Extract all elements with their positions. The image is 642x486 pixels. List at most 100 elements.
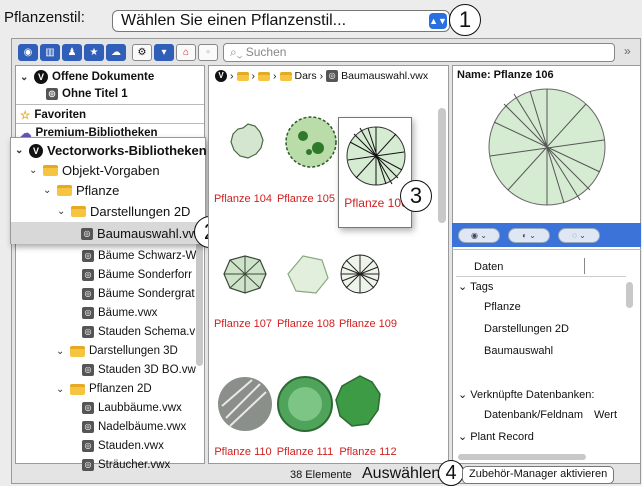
- document-icon: ◎: [82, 440, 94, 452]
- library-icon[interactable]: ▥: [40, 44, 60, 61]
- folder-icon[interactable]: [258, 71, 270, 81]
- style-label: Pflanzenstil:: [4, 9, 85, 26]
- plant-label-112: Pflanze 112: [339, 446, 397, 458]
- tree-item-file[interactable]: ◎ Bäume Sonderforr: [82, 269, 192, 281]
- home-icon[interactable]: ⌂: [176, 44, 196, 61]
- vectorworks-icon: V: [29, 143, 43, 158]
- user-icon[interactable]: ♟: [62, 44, 82, 61]
- tree-item-plants-2d[interactable]: ⌄ Pflanzen 2D: [56, 383, 152, 395]
- breadcrumb-file[interactable]: Baumauswahl.vwx: [341, 70, 428, 82]
- folder-icon[interactable]: [279, 71, 292, 81]
- plant-label-104: Pflanze 104: [213, 193, 273, 205]
- grid-scrollbar[interactable]: [438, 108, 446, 223]
- search-input[interactable]: ⌕⌄ Suchen: [223, 43, 615, 62]
- document-icon: ◎: [82, 402, 94, 414]
- document-icon: ◎: [82, 459, 94, 471]
- document-icon: ◎: [81, 227, 93, 240]
- expand-chevron-icon[interactable]: »: [624, 44, 631, 58]
- callout-1: 1: [449, 4, 481, 36]
- document-icon: ◎: [82, 269, 94, 281]
- breadcrumb-separator-icon: ›: [319, 70, 324, 82]
- star-icon: ☆: [20, 110, 31, 122]
- choose-button[interactable]: Auswählen: [362, 465, 440, 483]
- plant-111-thumb[interactable]: [277, 376, 333, 432]
- plant-style-select[interactable]: Wählen Sie einen Pflanzenstil... ▲▼: [112, 10, 450, 32]
- tree-item-file[interactable]: ◎ Stauden.vwx: [82, 440, 164, 452]
- tree-item-file[interactable]: ◎ Bäume.vwx: [82, 307, 157, 319]
- tree-item-file[interactable]: ◎ Bäume Schwarz-W: [82, 250, 196, 262]
- data-scrollbar-vertical[interactable]: [626, 282, 633, 308]
- element-count: 38 Elemente: [290, 469, 352, 481]
- callout-3: 3: [400, 180, 432, 212]
- select-arrows-icon: ▲▼: [429, 13, 447, 29]
- gear-icon[interactable]: ⚙: [132, 44, 152, 61]
- tree-item-favorites[interactable]: ☆ Favoriten: [20, 108, 86, 122]
- breadcrumb-separator-icon: ›: [230, 70, 234, 82]
- plant-109-thumb[interactable]: [340, 254, 380, 294]
- search-placeholder: Suchen: [245, 45, 287, 59]
- breadcrumb-folder[interactable]: Dars: [295, 70, 317, 82]
- tags-header[interactable]: ⌄ Tags: [458, 280, 493, 293]
- data-scrollbar-horizontal[interactable]: [458, 454, 586, 460]
- new-resource-icon[interactable]: ▫: [198, 44, 218, 61]
- tree-item-object-defaults[interactable]: ⌄ Objekt-Vorgaben: [29, 163, 160, 178]
- plant-label-109: Pflanze 109: [338, 318, 398, 330]
- db-field-column: Datenbank/Feldnam: [484, 409, 584, 421]
- breadcrumb-separator-icon: ›: [273, 70, 277, 82]
- tree-item-tree-selection[interactable]: ◎ Baumauswahl.vwx: [81, 226, 205, 241]
- tree-item-file[interactable]: ◎ Sträucher.vwx: [82, 459, 170, 471]
- folder-icon: [70, 345, 85, 357]
- data-tab[interactable]: Daten: [474, 261, 503, 273]
- tree-item-file[interactable]: ◎ Stauden Schema.v: [82, 326, 195, 338]
- view-2d-dropdown[interactable]: ◉ ⌄: [458, 228, 500, 243]
- plant-104-thumb[interactable]: [230, 123, 264, 159]
- selected-plant-cell[interactable]: Pflanze 106: [338, 117, 412, 228]
- folder-icon: [43, 165, 58, 176]
- tree-item-untitled[interactable]: ◎ Ohne Titel 1: [46, 88, 128, 100]
- plant-record-header[interactable]: ⌄ Plant Record: [458, 430, 534, 443]
- chevron-down-icon: ⌄: [458, 431, 471, 443]
- vectorworks-icon: V: [34, 70, 48, 84]
- plant-108-thumb[interactable]: [287, 255, 329, 294]
- plant-label-111: Pflanze 111: [276, 446, 334, 458]
- tree-item-open-documents[interactable]: ⌄ V Offene Dokumente: [20, 70, 154, 84]
- plant-107-thumb[interactable]: [223, 255, 267, 294]
- preview-image: [488, 88, 606, 206]
- chevron-down-icon: ⌄: [56, 345, 65, 357]
- callout-4: 4: [438, 460, 464, 486]
- tree-scrollbar[interactable]: [196, 236, 203, 366]
- tree-item-file[interactable]: ◎ Nadelbäume.vwx: [82, 421, 186, 433]
- document-icon: ◎: [82, 250, 94, 262]
- tree-item-file[interactable]: ◎ Stauden 3D BO.vw: [82, 364, 196, 376]
- tree-item-file[interactable]: ◎ Laubbäume.vwx: [82, 402, 182, 414]
- document-icon: ◎: [82, 326, 94, 338]
- chevron-down-icon: ⌄: [458, 389, 471, 401]
- tree-item-representations-2d[interactable]: ⌄ Darstellungen 2D: [57, 204, 190, 219]
- tree-item-file[interactable]: ◎ Bäume Sondergrat: [82, 288, 195, 300]
- plant-105-thumb[interactable]: [285, 116, 337, 168]
- vectorworks-icon[interactable]: ◉: [18, 44, 38, 61]
- view-toggle-icon[interactable]: ▾: [154, 44, 174, 61]
- plant-label-105: Pflanze 105: [276, 193, 336, 205]
- chevron-down-icon: ⌄: [56, 383, 65, 395]
- tree-item-representations-3d[interactable]: ⌄ Darstellungen 3D: [56, 345, 178, 357]
- chevron-down-icon: ⌄: [458, 281, 471, 293]
- render-mode-dropdown[interactable]: ◌ ⌄: [558, 228, 600, 243]
- tag-item: Baumauswahl: [484, 345, 554, 357]
- plant-110-thumb[interactable]: [218, 377, 272, 431]
- chevron-down-icon: ⌄: [20, 71, 29, 83]
- linked-db-header[interactable]: ⌄ Verknüpfte Datenbanken:: [458, 388, 594, 401]
- vectorworks-icon[interactable]: V: [215, 70, 227, 82]
- cloud-icon[interactable]: ☁: [106, 44, 126, 61]
- accessory-manager-button[interactable]: Zubehör-Manager aktivieren: [462, 466, 615, 484]
- document-icon: ◎: [82, 307, 94, 319]
- tree-item-vw-libraries[interactable]: ⌄ V Vectorworks-Bibliotheken: [15, 143, 207, 158]
- plant-112-thumb[interactable]: [335, 375, 381, 427]
- star-icon[interactable]: ★: [84, 44, 104, 61]
- document-icon: ◎: [82, 364, 94, 376]
- chevron-down-icon: ⌄: [29, 165, 38, 176]
- folder-icon[interactable]: [236, 71, 249, 81]
- view-3d-dropdown[interactable]: ◐ ⌄: [508, 228, 550, 243]
- tree-item-plants[interactable]: ⌄ Pflanze: [43, 183, 119, 198]
- resource-name: Name: Pflanze 106: [457, 69, 554, 81]
